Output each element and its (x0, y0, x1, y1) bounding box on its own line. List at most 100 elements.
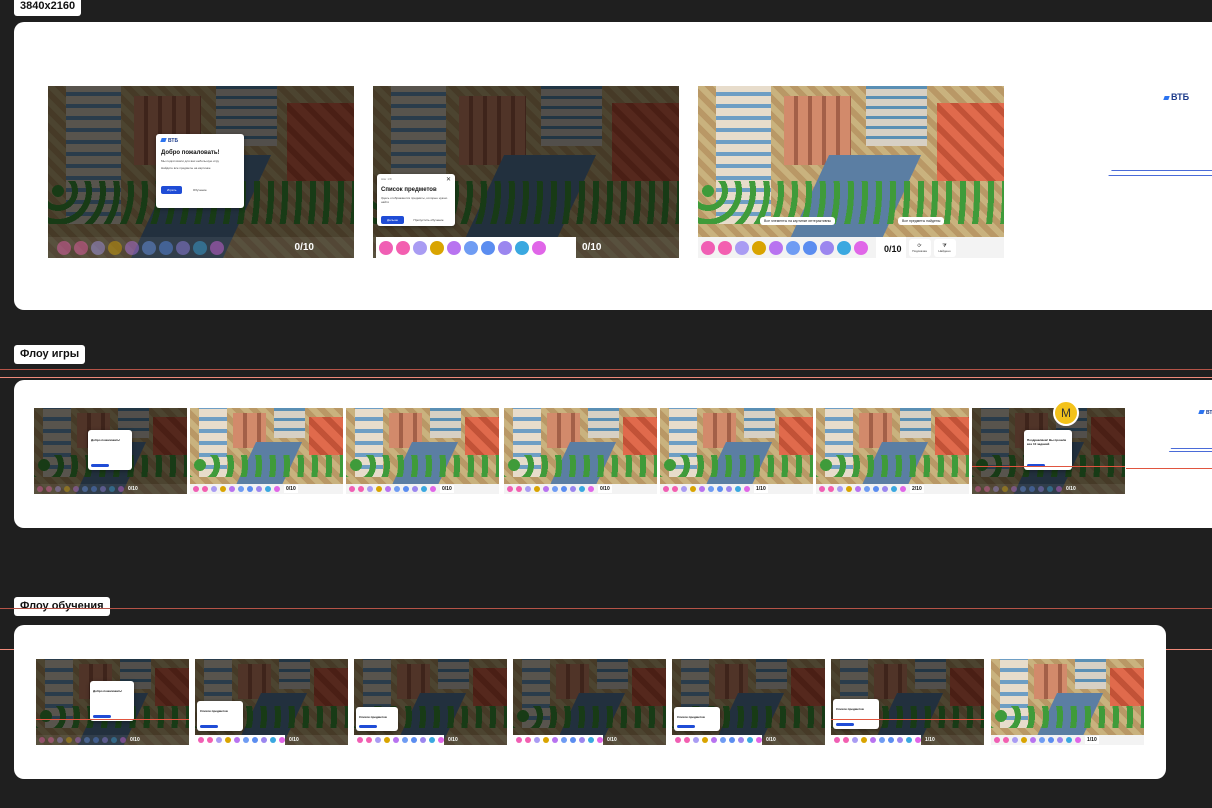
item-chip[interactable] (882, 485, 888, 492)
item-chip[interactable] (1029, 485, 1035, 492)
item-chip[interactable] (879, 736, 885, 743)
hint-button[interactable]: ⟳ Подсказка (908, 238, 931, 257)
item-chip[interactable] (1030, 736, 1036, 743)
item-chip[interactable] (900, 485, 906, 492)
item-chip[interactable] (125, 240, 139, 255)
item-chip[interactable] (438, 736, 444, 743)
item-chip[interactable] (672, 485, 678, 492)
item-chip[interactable] (402, 736, 408, 743)
item-chip[interactable] (102, 736, 108, 743)
item-chip[interactable] (729, 736, 735, 743)
item-chip[interactable] (420, 736, 426, 743)
item-chip[interactable] (515, 240, 529, 255)
item-chip[interactable] (375, 736, 381, 743)
item-chip[interactable] (75, 736, 81, 743)
item-chip[interactable] (1003, 736, 1009, 743)
item-chip[interactable] (861, 736, 867, 743)
item-chip[interactable] (726, 485, 732, 492)
item-chip[interactable] (597, 736, 603, 743)
item-chip[interactable] (225, 736, 231, 743)
item-chip[interactable] (786, 240, 800, 255)
item-chip[interactable] (701, 240, 715, 255)
item-chip[interactable] (570, 485, 576, 492)
item-chip[interactable] (39, 736, 45, 743)
item-chip[interactable] (552, 485, 558, 492)
item-chip[interactable] (690, 485, 696, 492)
item-chip[interactable] (543, 736, 549, 743)
item-chip[interactable] (57, 736, 63, 743)
item-chip[interactable] (411, 736, 417, 743)
item-chip[interactable] (864, 485, 870, 492)
item-chip[interactable] (897, 736, 903, 743)
item-chip[interactable] (82, 485, 88, 492)
item-chip[interactable] (516, 485, 522, 492)
item-chip[interactable] (735, 485, 741, 492)
next-button[interactable]: Дальше (381, 216, 405, 224)
item-chip[interactable] (588, 736, 594, 743)
item-chip[interactable] (1057, 736, 1063, 743)
item-chip[interactable] (507, 485, 513, 492)
item-chip[interactable] (393, 736, 399, 743)
item-chip[interactable] (198, 736, 204, 743)
item-chip[interactable] (570, 736, 576, 743)
item-chip[interactable] (552, 736, 558, 743)
item-chip[interactable] (376, 485, 382, 492)
item-chip[interactable] (366, 736, 372, 743)
item-chip[interactable] (37, 485, 43, 492)
item-chip[interactable] (1075, 736, 1081, 743)
item-chip[interactable] (891, 485, 897, 492)
item-chip[interactable] (525, 736, 531, 743)
item-chip[interactable] (349, 485, 355, 492)
item-chip[interactable] (1021, 736, 1027, 743)
item-chip[interactable] (207, 736, 213, 743)
item-chip[interactable] (1047, 485, 1053, 492)
item-chip[interactable] (159, 240, 173, 255)
dialog-button[interactable] (836, 723, 854, 726)
item-chip[interactable] (1048, 736, 1054, 743)
item-chip[interactable] (769, 240, 783, 255)
item-chip[interactable] (693, 736, 699, 743)
item-chip[interactable] (216, 736, 222, 743)
item-chip[interactable] (91, 240, 105, 255)
item-chip[interactable] (681, 485, 687, 492)
item-chip[interactable] (843, 736, 849, 743)
item-chip[interactable] (93, 736, 99, 743)
item-chip[interactable] (1038, 485, 1044, 492)
item-chip[interactable] (120, 736, 126, 743)
item-chip[interactable] (994, 736, 1000, 743)
item-chip[interactable] (498, 240, 512, 255)
item-chip[interactable] (828, 485, 834, 492)
item-chip[interactable] (108, 240, 122, 255)
item-chip[interactable] (55, 485, 61, 492)
item-chip[interactable] (238, 485, 244, 492)
item-chip[interactable] (84, 736, 90, 743)
item-chip[interactable] (357, 736, 363, 743)
item-chip[interactable] (837, 240, 851, 255)
item-chip[interactable] (421, 485, 427, 492)
item-chip[interactable] (1012, 736, 1018, 743)
item-chip[interactable] (261, 736, 267, 743)
item-chip[interactable] (396, 240, 410, 255)
item-chip[interactable] (379, 240, 393, 255)
item-chip[interactable] (385, 485, 391, 492)
item-chip[interactable] (675, 736, 681, 743)
item-chip[interactable] (852, 736, 858, 743)
item-chip[interactable] (447, 240, 461, 255)
item-chip[interactable] (579, 485, 585, 492)
tutorial-button[interactable]: Обучение (193, 188, 207, 192)
item-chip[interactable] (1056, 485, 1062, 492)
item-chip[interactable] (834, 736, 840, 743)
item-chip[interactable] (270, 736, 276, 743)
item-chip[interactable] (142, 240, 156, 255)
item-chip[interactable] (118, 485, 124, 492)
item-chip[interactable] (888, 736, 894, 743)
item-chip[interactable] (702, 736, 708, 743)
found-button[interactable]: ⧩ Найдено (933, 238, 956, 257)
item-chip[interactable] (413, 240, 427, 255)
item-chip[interactable] (534, 485, 540, 492)
item-chip[interactable] (532, 240, 546, 255)
item-chip[interactable] (820, 240, 834, 255)
item-chip[interactable] (579, 736, 585, 743)
item-chip[interactable] (718, 240, 732, 255)
item-chip[interactable] (803, 240, 817, 255)
